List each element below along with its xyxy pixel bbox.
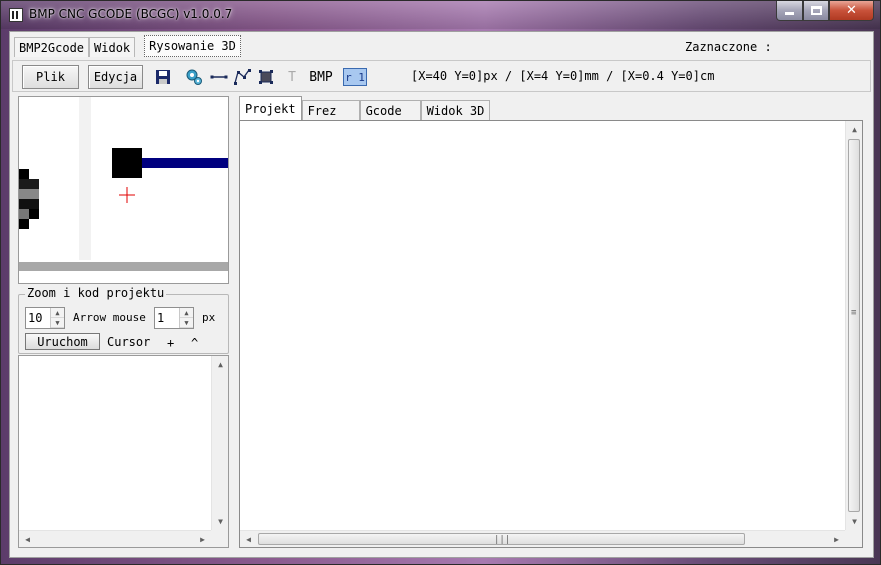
tab-label: Widok 3D <box>426 103 485 118</box>
tab-label: Projekt <box>245 101 296 116</box>
step-stepper[interactable]: 1 ▲ ▼ <box>154 307 194 329</box>
start-point-block <box>112 148 142 178</box>
code-vertical-scrollbar[interactable]: ▲ ▼ <box>211 356 228 530</box>
scroll-right-icon[interactable]: ▶ <box>828 531 845 548</box>
close-button[interactable]: ✕ <box>829 1 874 21</box>
title-bar[interactable]: BMP CNC GCODE (BCGC) v1.0.0.7 ✕ <box>1 1 880 29</box>
spin-down-icon[interactable]: ▼ <box>180 318 193 328</box>
gear-icon[interactable] <box>185 68 203 86</box>
scroll-up-icon[interactable]: ▲ <box>846 121 863 138</box>
run-button[interactable]: Uruchom <box>25 333 100 350</box>
tab-bmp2gcode[interactable]: BMP2Gcode <box>14 37 90 57</box>
minimize-button[interactable] <box>776 1 803 21</box>
scroll-down-icon[interactable]: ▼ <box>212 513 229 530</box>
zoom-group-title: Zoom i kod projektu <box>25 286 167 300</box>
spin-down-icon[interactable]: ▼ <box>51 318 64 328</box>
caret-button[interactable]: ^ <box>191 336 198 350</box>
spin-up-icon[interactable]: ▲ <box>51 308 64 318</box>
zoom-group: Zoom i kod projektu 10 ▲ ▼ Arrow mouse 1 … <box>18 286 229 354</box>
file-button[interactable]: Plik <box>22 65 79 89</box>
pixel-block <box>19 199 39 209</box>
project-code-textarea[interactable]: ▲ ▼ ◀ ▶ <box>18 355 229 548</box>
text-tool-icon[interactable]: T <box>283 68 301 86</box>
tab-label: Widok <box>94 40 131 55</box>
scroll-corner <box>211 530 228 547</box>
tab-projekt[interactable]: Projekt <box>239 96 302 120</box>
grip-icon: ≡ <box>851 308 857 318</box>
pixel-block <box>29 209 39 219</box>
step-stepper-arrows[interactable]: ▲ ▼ <box>179 308 193 328</box>
canvas-horizontal-scrollbar[interactable]: ◀ ||| ▶ <box>240 530 845 547</box>
grip-icon: ||| <box>494 535 511 545</box>
preview-bottom-bar <box>19 262 228 271</box>
zoom-stepper-arrows[interactable]: ▲ ▼ <box>50 308 64 328</box>
zoom-stepper[interactable]: 10 ▲ ▼ <box>25 307 65 329</box>
close-icon: ✕ <box>846 3 857 18</box>
selected-label: Zaznaczone : <box>685 40 772 54</box>
code-horizontal-scrollbar[interactable]: ◀ ▶ <box>19 530 211 547</box>
client-area: BMP2Gcode Widok Rysowanie 3D Zaznaczone … <box>9 31 874 558</box>
tab-rysowanie-3d[interactable]: Rysowanie 3D <box>144 35 241 57</box>
edit-button[interactable]: Edycja <box>88 65 143 89</box>
scroll-right-icon[interactable]: ▶ <box>194 531 211 548</box>
maximize-icon <box>810 6 822 15</box>
bmp-button[interactable]: BMP <box>305 68 337 86</box>
maximize-button[interactable] <box>803 1 829 21</box>
work-tab-strip: Projekt Frez Gcode Widok 3D <box>239 96 491 120</box>
main-tab-strip: BMP2Gcode Widok Rysowanie 3D <box>14 35 241 57</box>
scroll-corner <box>845 530 862 547</box>
app-icon[interactable] <box>9 8 23 22</box>
tab-label: Gcode <box>365 103 402 118</box>
pixel-block <box>19 179 39 189</box>
save-icon[interactable] <box>154 68 172 86</box>
pixel-block <box>19 169 29 179</box>
step-value: 1 <box>157 311 165 325</box>
rectangle-tool-icon[interactable] <box>257 68 275 86</box>
canvas-horizontal-thumb[interactable]: ||| <box>258 533 745 545</box>
ratio-button[interactable]: r 1 <box>343 68 367 86</box>
scroll-up-icon[interactable]: ▲ <box>212 356 229 373</box>
caption-buttons: ✕ <box>776 1 874 21</box>
tab-widok[interactable]: Widok <box>89 37 136 57</box>
scroll-left-icon[interactable]: ◀ <box>19 531 36 548</box>
bitmap-preview[interactable] <box>18 96 229 284</box>
run-button-label: Uruchom <box>37 334 88 349</box>
app-window: BMP CNC GCODE (BCGC) v1.0.0.7 ✕ BMP2Gcod… <box>0 0 881 565</box>
tab-label: Frez <box>307 103 337 118</box>
line-tool-icon[interactable] <box>210 68 228 86</box>
cursor-label: Cursor <box>107 335 151 349</box>
scroll-left-icon[interactable]: ◀ <box>240 531 257 548</box>
file-button-label: Plik <box>36 70 65 84</box>
scroll-down-icon[interactable]: ▼ <box>846 513 863 530</box>
drawn-line-segment <box>142 158 228 168</box>
polyline-tool-icon[interactable] <box>233 68 251 86</box>
pixel-block <box>19 219 29 229</box>
project-canvas[interactable]: ▲ ≡ ▼ ◀ ||| ▶ <box>239 120 863 548</box>
minimize-icon <box>785 7 794 15</box>
preview-ruler-strip <box>79 97 91 260</box>
canvas-vertical-thumb[interactable]: ≡ <box>848 139 860 512</box>
tab-frez[interactable]: Frez <box>301 100 360 120</box>
canvas-vertical-scrollbar[interactable]: ▲ ≡ ▼ <box>845 121 862 530</box>
zoom-value: 10 <box>28 311 43 325</box>
toolbar: Plik Edycja T BMP r 1 [X=40 Y=0]px / [X=… <box>12 60 871 92</box>
window-title: BMP CNC GCODE (BCGC) v1.0.0.7 <box>29 7 233 21</box>
tab-widok-3d[interactable]: Widok 3D <box>420 100 491 120</box>
coordinates-readout: [X=40 Y=0]px / [X=4 Y=0]mm / [X=0.4 Y=0]… <box>411 69 715 83</box>
spin-up-icon[interactable]: ▲ <box>180 308 193 318</box>
arrow-mouse-label: Arrow mouse <box>73 311 146 324</box>
plus-button[interactable]: + <box>167 336 174 350</box>
edit-button-label: Edycja <box>93 70 138 84</box>
unit-label: px <box>202 311 216 324</box>
tab-label: Rysowanie 3D <box>149 39 236 53</box>
pixel-block <box>19 189 39 199</box>
preview-drawing <box>19 97 228 271</box>
tab-label: BMP2Gcode <box>19 40 85 55</box>
tab-gcode[interactable]: Gcode <box>359 100 421 120</box>
